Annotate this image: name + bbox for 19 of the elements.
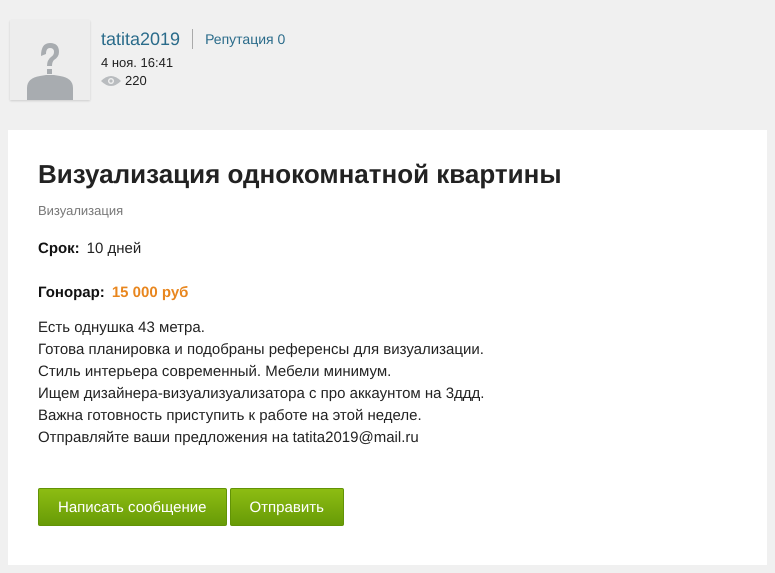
description-line: Есть однушка 43 метра.	[38, 318, 206, 338]
description-line: Важна готовность приступить к работе на этой неделе.	[38, 406, 423, 426]
field-label: Срок:	[38, 240, 80, 257]
description-line: Отправляйте ваши предложения на tatita2019@mail.ru	[38, 428, 420, 448]
eye-icon	[101, 74, 121, 86]
post-title: Визуализация однокомнатной квартины	[38, 158, 563, 191]
description-line: Готова планировка и подобраны референсы для визуализации.	[38, 340, 485, 360]
post-date: 4 ноя. 16:41	[101, 55, 174, 70]
field-value: 10 дней	[86, 240, 142, 257]
action-button[interactable]: Отправить	[230, 488, 344, 526]
category-label: Визуализация	[38, 203, 124, 218]
description-line: Ищем дизайнера-визуализуализатора с про аккаунтом на 3ддд.	[38, 384, 486, 404]
price-value: 15 000 руб	[112, 284, 188, 301]
field-label: Гонорар:	[38, 284, 105, 301]
username-link[interactable]: tatita2019	[101, 29, 194, 49]
description-line: Стиль интерьера современный. Мебели минимум.	[38, 362, 392, 382]
view-count: 220	[125, 73, 147, 88]
action-button[interactable]: Написать сообщение	[38, 488, 227, 526]
reputation-label: Репутация 0	[204, 31, 286, 47]
